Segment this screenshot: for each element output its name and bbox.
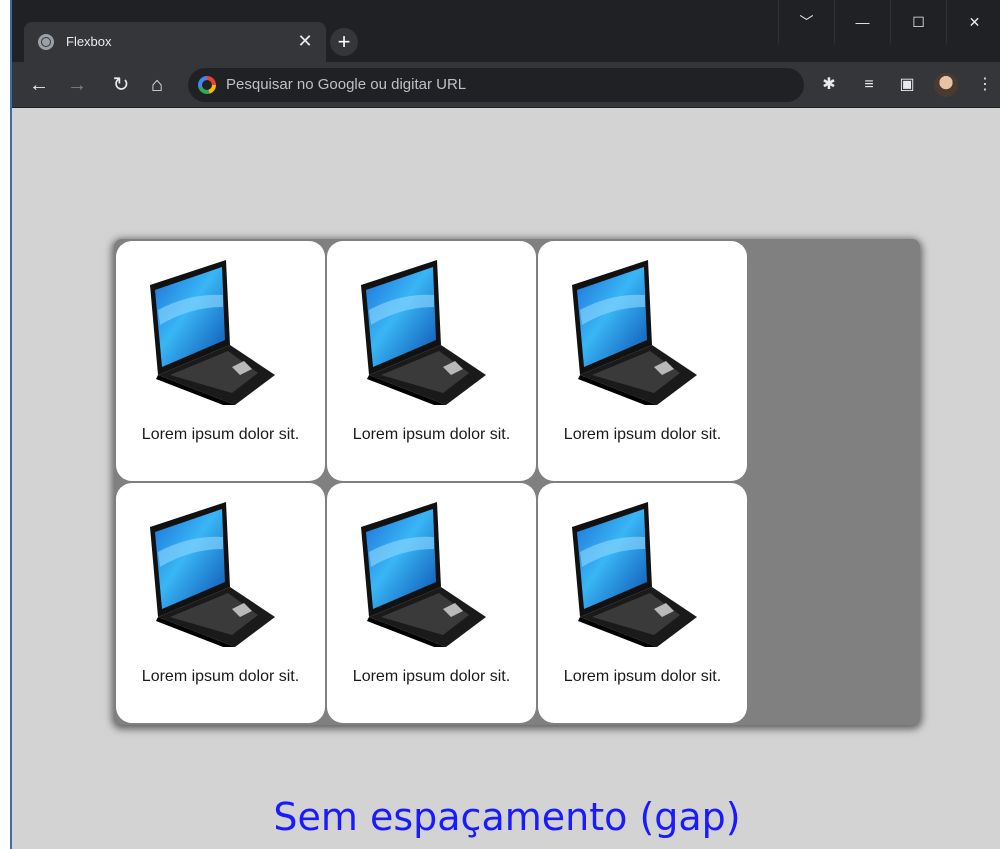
laptop-image [361,260,486,405]
close-tab-icon[interactable]: ✕ [294,30,316,52]
card: Lorem ipsum dolor sit. [327,483,536,723]
reload-icon[interactable]: ↻ [108,72,134,98]
card-label: Lorem ipsum dolor sit. [563,668,722,685]
laptop-image [361,502,486,647]
laptop-image [150,502,275,647]
browser-toolbar: ← → ↻ ⌂ Pesquisar no Google ou digitar U… [12,62,1000,108]
globe-icon [38,34,54,50]
laptop-image [572,502,697,647]
card-label: Lorem ipsum dolor sit. [141,668,300,685]
side-panel-icon[interactable]: ▣ [896,74,918,96]
laptop-image [572,260,697,405]
reading-list-icon[interactable]: ≡ [858,74,880,96]
back-arrow-icon[interactable]: ← [26,72,52,98]
close-window-button[interactable]: ✕ [946,0,1000,44]
tab-strip: Flexbox ✕ + ﹀ — ☐ ✕ [12,0,1000,62]
new-tab-button[interactable]: + [330,28,358,56]
window-controls: ﹀ — ☐ ✕ [778,0,1000,44]
google-logo-icon [198,76,216,94]
address-placeholder: Pesquisar no Google ou digitar URL [226,76,467,93]
card: Lorem ipsum dolor sit. [116,241,325,481]
browser-window: Flexbox ✕ + ﹀ — ☐ ✕ ← → ↻ ⌂ Pesquisar no… [10,0,1000,849]
card: Lorem ipsum dolor sit. [538,241,747,481]
tab-search-button[interactable]: ﹀ [778,0,834,44]
extensions-icon[interactable]: ✱ [818,74,840,96]
forward-arrow-icon[interactable]: → [64,72,90,98]
tab-title: Flexbox [66,34,112,49]
card: Lorem ipsum dolor sit. [538,483,747,723]
card-label: Lorem ipsum dolor sit. [352,668,511,685]
tab-flexbox[interactable]: Flexbox ✕ [24,22,326,62]
page-caption: Sem espaçamento (gap) [273,795,741,839]
card-label: Lorem ipsum dolor sit. [352,426,511,443]
menu-kebab-icon[interactable]: ⋮ [974,74,996,96]
card: Lorem ipsum dolor sit. [116,483,325,723]
card: Lorem ipsum dolor sit. [327,241,536,481]
home-icon[interactable]: ⌂ [144,72,170,98]
laptop-image [150,260,275,405]
maximize-button[interactable]: ☐ [890,0,946,44]
card-label: Lorem ipsum dolor sit. [141,426,300,443]
minimize-button[interactable]: — [834,0,890,44]
address-bar[interactable]: Pesquisar no Google ou digitar URL [188,68,804,102]
flex-container: Lorem ipsum dolor sit. Lorem ipsum dolor… [114,239,920,725]
card-label: Lorem ipsum dolor sit. [563,426,722,443]
profile-avatar[interactable] [934,73,958,97]
